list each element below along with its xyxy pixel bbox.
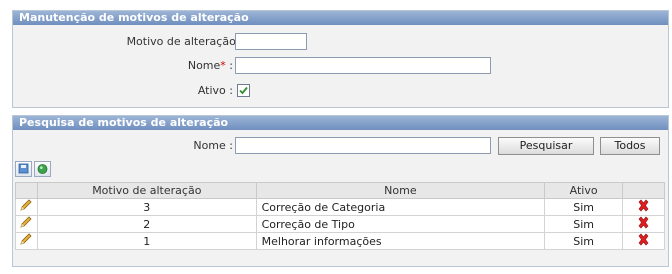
delete-cell[interactable] [622, 198, 665, 216]
motivo-cell: 3 [36, 198, 257, 216]
search-button[interactable]: Pesquisar [498, 137, 594, 155]
edit-cell[interactable] [15, 215, 38, 233]
nome-label-colon: : [225, 59, 233, 72]
results-table: Motivo de alteração Nome Ativo 3 Correçã… [15, 182, 665, 250]
ativo-label: Ativo : [197, 84, 233, 97]
motivo-field[interactable] [235, 33, 307, 50]
search-nome-field[interactable] [235, 137, 491, 154]
table-row: 1 Melhorar informações Sim [15, 232, 665, 250]
search-nome-label: Nome : [193, 139, 233, 152]
nome-cell: Correção de Categoria [255, 198, 546, 216]
pencil-icon [20, 199, 33, 211]
save-icon [18, 163, 29, 174]
delete-icon [638, 199, 649, 212]
delete-cell[interactable] [622, 232, 665, 250]
motivo-cell: 2 [36, 215, 257, 233]
header-nome[interactable]: Nome [255, 182, 546, 199]
header-delete-col [622, 182, 665, 199]
refresh-icon [37, 164, 48, 174]
all-button[interactable]: Todos [600, 137, 660, 155]
motivo-label: Motivo de alteração : [126, 35, 243, 48]
maintenance-title: Manutenção de motivos de alteração [13, 11, 668, 25]
nome-cell: Melhorar informações [255, 232, 546, 250]
table-header-row: Motivo de alteração Nome Ativo [15, 182, 665, 199]
ativo-checkbox[interactable] [237, 84, 250, 97]
save-button[interactable] [15, 161, 32, 177]
edit-cell[interactable] [15, 232, 38, 250]
header-motivo[interactable]: Motivo de alteração [36, 182, 257, 199]
maintenance-panel: Manutenção de motivos de alteração Motiv… [12, 10, 669, 108]
edit-cell[interactable] [15, 198, 38, 216]
table-row: 2 Correção de Tipo Sim [15, 215, 665, 233]
nome-cell: Correção de Tipo [255, 215, 546, 233]
nome-label-text: Nome [187, 59, 221, 72]
motivo-cell: 1 [36, 232, 257, 250]
table-row: 3 Correção de Categoria Sim [15, 198, 665, 216]
ativo-cell: Sim [544, 198, 624, 216]
nome-label: Nome* : [83, 59, 233, 72]
ativo-cell: Sim [544, 232, 624, 250]
delete-icon [638, 216, 649, 229]
search-title: Pesquisa de motivos de alteração [13, 116, 668, 130]
search-panel: Pesquisa de motivos de alteração Nome : … [12, 115, 669, 267]
header-ativo[interactable]: Ativo [544, 182, 624, 199]
pencil-icon [20, 216, 33, 228]
pencil-icon [20, 233, 33, 245]
nome-field[interactable] [235, 57, 491, 74]
ativo-cell: Sim [544, 215, 624, 233]
delete-cell[interactable] [622, 215, 665, 233]
header-edit-col [15, 182, 38, 199]
refresh-button[interactable] [34, 161, 51, 177]
checkmark-icon [239, 86, 248, 95]
delete-icon [638, 233, 649, 246]
